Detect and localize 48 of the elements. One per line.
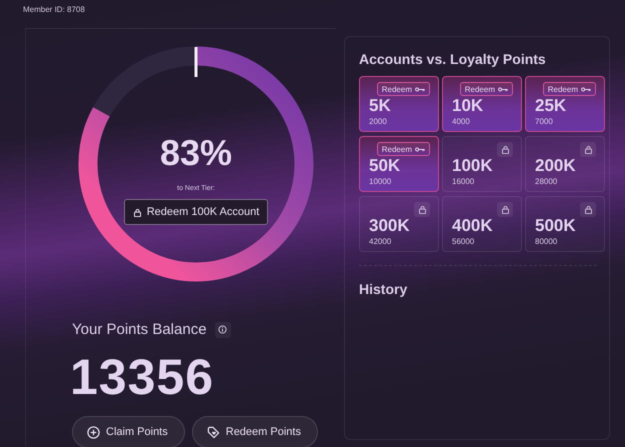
tier-label: 10K [452,97,484,115]
redeem-button[interactable]: Redeem [542,82,596,96]
lock-icon [497,142,513,157]
key-icon [498,86,508,92]
tier-label: 500K [535,217,577,235]
points-required: 2000 [369,117,388,126]
lock-icon [580,202,596,217]
tier-label: 100K [452,157,494,175]
key-icon [415,146,425,152]
lock-icon [497,202,513,217]
history-title: History [359,281,408,297]
tier-label: 200K [535,157,577,175]
redeem-account-button[interactable]: Redeem 100K Account [124,199,268,225]
tier-label: 50K [369,157,402,175]
accounts-title: Accounts vs. Loyalty Points [359,51,547,67]
points-required: 42000 [369,237,392,246]
info-icon[interactable] [214,322,231,338]
account-tile[interactable]: Redeem 10K 4000 [442,76,522,132]
plus-circle-icon [87,426,100,438]
redeem-button[interactable]: Redeem [460,82,513,96]
balance-title: Your Points Balance [72,321,207,338]
points-required: 16000 [452,177,476,186]
points-required: 28000 [535,177,558,186]
redeem-button[interactable]: Redeem [376,82,430,96]
member-id: Member ID: 8708 [23,5,85,14]
tier-label: 5K [369,97,392,115]
account-tile[interactable]: Redeem 5K 2000 [359,76,439,132]
redeem-button[interactable]: Redeem [376,142,430,156]
account-tile[interactable]: Redeem 25K 7000 [525,76,605,132]
tier-label: 25K [535,97,568,115]
tier-label: 300K [369,217,411,235]
points-required: 56000 [452,237,476,246]
action-button[interactable]: Claim Points [72,416,185,447]
key-icon [415,86,425,92]
account-tile[interactable]: Redeem 50K 10000 [359,136,439,192]
tier-label: 400K [452,217,494,235]
points-required: 4000 [452,117,471,126]
action-button[interactable]: Redeem Points [192,416,318,447]
points-required: 7000 [535,117,554,126]
points-balance: 13356 [70,350,214,404]
lock-icon [414,202,430,217]
lock-icon [132,208,142,216]
progress-percent: 83% [160,133,232,173]
tag-icon [206,426,220,438]
lock-icon [580,142,596,157]
key-icon [581,86,591,92]
points-required: 80000 [535,237,558,246]
points-required: 10000 [369,177,392,186]
